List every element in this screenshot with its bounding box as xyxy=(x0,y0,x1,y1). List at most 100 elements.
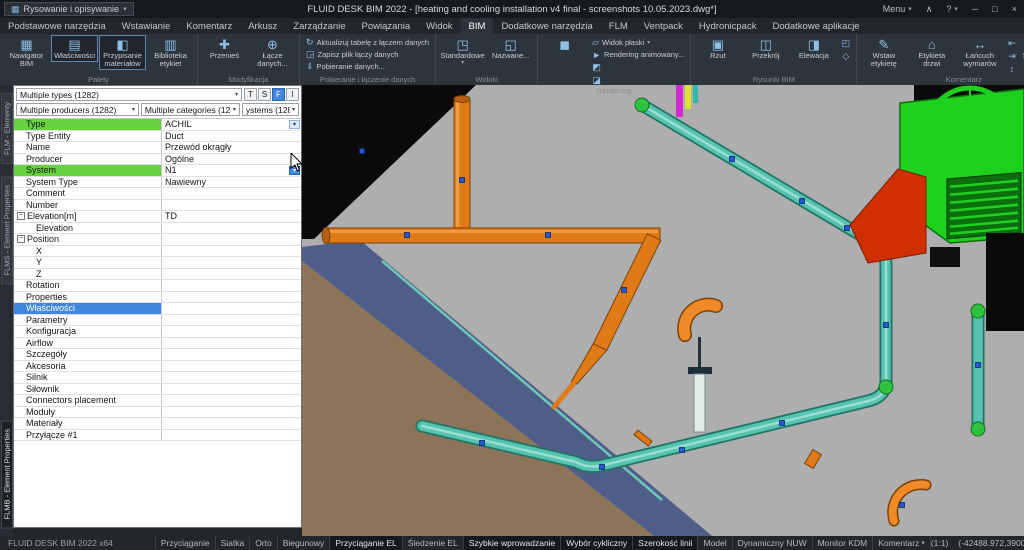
side-tab-flm-elementy[interactable]: FLM - Elementy xyxy=(1,93,13,164)
grip-marker[interactable] xyxy=(900,503,905,508)
filter-button-t[interactable]: T xyxy=(244,88,257,101)
status-toggle-komentarz[interactable]: Komentarz▾ xyxy=(872,536,931,550)
property-row-silnik[interactable]: Silnik xyxy=(14,372,301,384)
menu-item-flm[interactable]: FLM xyxy=(601,18,636,34)
property-row-z[interactable]: Z xyxy=(14,269,301,281)
grip-marker[interactable] xyxy=(780,421,785,426)
minimize-button[interactable]: ─ xyxy=(965,0,985,18)
property-row-type[interactable]: TypeACHIL▾ xyxy=(14,119,301,131)
ribbon-button-wstaw-etykiet[interactable]: ✎Wstaw etykietę xyxy=(860,35,907,70)
filter-button-i[interactable]: I xyxy=(286,88,299,101)
property-row-konfiguracja[interactable]: Konfiguracja xyxy=(14,326,301,338)
collapse-toggle-icon[interactable]: − xyxy=(17,212,25,220)
ribbon-button-biblioteka-etykiet[interactable]: ▥Biblioteka etykiet xyxy=(147,35,194,70)
status-toggle-model[interactable]: Model xyxy=(697,536,731,550)
menu-item-widok[interactable]: Widok xyxy=(418,18,460,34)
menu-item-arkusz[interactable]: Arkusz xyxy=(240,18,285,34)
menu-item-dodatkowe-narz-dzia[interactable]: Dodatkowe narzędzia xyxy=(493,18,600,34)
ribbon-button-rzut[interactable]: ▣Rzut xyxy=(694,35,741,62)
property-row-przy-cze-1[interactable]: Przyłącze #1 xyxy=(14,430,301,442)
help-button[interactable]: ? ▾ xyxy=(939,0,965,18)
grip-marker[interactable] xyxy=(405,233,410,238)
property-row-parametry[interactable]: Parametry xyxy=(14,315,301,327)
system-filter-dropdown[interactable]: ystems (1282 ▾ xyxy=(242,103,299,116)
property-row-elevation-m[interactable]: −Elevation[m]TD xyxy=(14,211,301,223)
filter-button-f[interactable]: F xyxy=(272,88,285,101)
ribbon-button-drawing-update-icon[interactable]: ◰ xyxy=(838,37,853,49)
status-toggle-orto[interactable]: Orto xyxy=(249,536,277,550)
ribbon-button-widok-p-aski[interactable]: ▱Widok płaski▾ xyxy=(589,37,687,48)
collapse-toggle-icon[interactable]: − xyxy=(17,235,25,243)
status-toggle-szeroko-linii[interactable]: Szerokość linii xyxy=(632,536,697,550)
ribbon-button-nazwane[interactable]: ◱Nazwane... xyxy=(487,35,534,62)
property-row-w-a-ciwo-ci[interactable]: Właściwości xyxy=(14,303,301,315)
ribbon-button-w-a-ciwo-ci[interactable]: ▤Właściwości xyxy=(51,35,98,62)
ribbon-button-render-settings-icon[interactable]: ◩ xyxy=(589,61,604,73)
dropdown-arrow-icon[interactable]: ▾ xyxy=(289,120,300,129)
status-toggle-wyb-r-cykliczny[interactable]: Wybór cykliczny xyxy=(560,536,632,550)
ribbon-button-przekr-j[interactable]: ◫Przekrój xyxy=(742,35,789,62)
grip-marker[interactable] xyxy=(976,363,981,368)
property-row-modu-y[interactable]: Moduły xyxy=(14,407,301,419)
ribbon-button-dim-right-icon[interactable]: ⇥ xyxy=(1004,50,1019,62)
property-row-position[interactable]: −Position xyxy=(14,234,301,246)
property-row-elevation[interactable]: Elevation xyxy=(14,223,301,235)
ribbon-button-dim-left-icon[interactable]: ⇤ xyxy=(1004,37,1019,49)
ribbon-button-przypisanie-materia-w[interactable]: ◧Przypisanie materiałów xyxy=(99,35,146,70)
grip-marker[interactable] xyxy=(480,441,485,446)
status-toggle-monitor-kdm[interactable]: Monitor KDM xyxy=(812,536,873,550)
viewport-canvas[interactable] xyxy=(302,85,1024,536)
ribbon-button-elewacja[interactable]: ◨Elewacja xyxy=(790,35,837,62)
property-row-connectors-placement[interactable]: Connectors placement xyxy=(14,395,301,407)
ribbon-button-dim-vertical-icon[interactable]: ↕ xyxy=(1004,63,1019,75)
menu-item-ventpack[interactable]: Ventpack xyxy=(636,18,691,34)
property-row-rotation[interactable]: Rotation xyxy=(14,280,301,292)
status-toggle-siatka[interactable]: Siatka xyxy=(215,536,250,550)
close-button[interactable]: × xyxy=(1005,0,1024,18)
ribbon-button-etykieta-drzwi[interactable]: ⌂Etykieta drzwi xyxy=(908,35,955,70)
grip-marker[interactable] xyxy=(800,199,805,204)
producer-filter-dropdown[interactable]: Multiple producers (1282) ▾ xyxy=(16,103,139,116)
ribbon-button-nawigator-bim[interactable]: ▦Nawigator BIM xyxy=(3,35,50,70)
drawing-viewport[interactable] xyxy=(302,85,1024,536)
menu-button[interactable]: Menu ▾ xyxy=(876,0,919,18)
grip-marker[interactable] xyxy=(730,157,735,162)
ribbon-button-rendering-animowany[interactable]: ►Rendering animowany... xyxy=(589,49,687,60)
ribbon-button-pobieranie-danych[interactable]: ⇓Pobieranie danych... xyxy=(303,61,432,72)
ribbon-button-sheet-icon[interactable]: ◇ xyxy=(838,50,853,62)
property-row-number[interactable]: Number xyxy=(14,200,301,212)
category-filter-dropdown[interactable]: Multiple categories (1282) ▾ xyxy=(141,103,240,116)
menu-item-bim[interactable]: BIM xyxy=(461,18,494,34)
maximize-button[interactable]: □ xyxy=(985,0,1004,18)
property-row-producer[interactable]: ProducerOgólne xyxy=(14,154,301,166)
property-row-properties[interactable]: Properties xyxy=(14,292,301,304)
ribbon-button-render-icon[interactable]: ◼ xyxy=(541,35,588,54)
property-row-system-type[interactable]: System TypeNawiewny xyxy=(14,177,301,189)
ribbon-button-cze-danych[interactable]: ⊕Łącze danych... xyxy=(249,35,296,70)
status-toggle-dynamiczny-nuw[interactable]: Dynamiczny NUW xyxy=(732,536,812,550)
grip-marker[interactable] xyxy=(460,178,465,183)
property-row-si-ownik[interactable]: Siłownik xyxy=(14,384,301,396)
menu-item-zarz-dzanie[interactable]: Zarządzanie xyxy=(285,18,353,34)
grip-marker[interactable] xyxy=(546,233,551,238)
property-row-x[interactable]: X xyxy=(14,246,301,258)
grip-marker[interactable] xyxy=(884,323,889,328)
ribbon-button-render-region-icon[interactable]: ◪ xyxy=(589,74,604,86)
workspace-selector[interactable]: ▦ Rysowanie i opisywanie ▾ xyxy=(4,2,134,16)
property-row-szczeg-y[interactable]: Szczegóły xyxy=(14,349,301,361)
status-toggle-przyci-ganie-el[interactable]: Przyciąganie EL xyxy=(329,536,401,550)
status-toggle-ledzenie-el[interactable]: Śledzenie EL xyxy=(402,536,463,550)
property-row-type-entity[interactable]: Type EntityDuct xyxy=(14,131,301,143)
status-toggle-przyci-ganie[interactable]: Przyciąganie xyxy=(155,536,215,550)
property-row-name[interactable]: NamePrzewód okrągły xyxy=(14,142,301,154)
side-tab-flms-element-properties[interactable]: FLMS - Element Properties xyxy=(1,176,13,284)
ribbon-button-zapisz-plik-czy-danych[interactable]: ◲Zapisz plik łączy danych xyxy=(303,49,432,60)
grip-marker[interactable] xyxy=(680,448,685,453)
property-row-y[interactable]: Y xyxy=(14,257,301,269)
ribbon-button-aktualizuj-tabel-z-czem-danych[interactable]: ↻Aktualizuj tabelę z łączem danych xyxy=(303,37,432,48)
grip-marker[interactable] xyxy=(600,465,605,470)
grip-marker[interactable] xyxy=(622,288,627,293)
grip-marker[interactable] xyxy=(845,226,850,231)
property-row-akcesoria[interactable]: Akcesoria xyxy=(14,361,301,373)
ribbon-button-przenie[interactable]: ✚Przenieś xyxy=(201,35,248,62)
